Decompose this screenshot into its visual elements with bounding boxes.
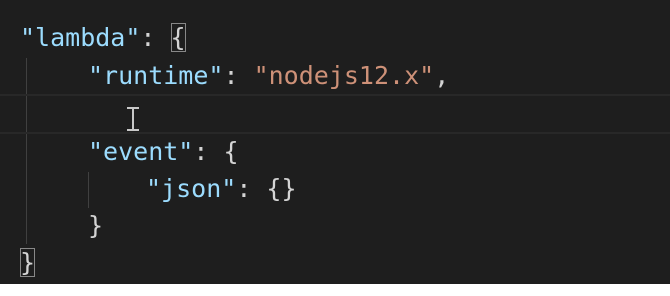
json-key: "lambda" (20, 23, 141, 52)
json-key: "runtime" (88, 61, 224, 90)
json-key: "event" (88, 137, 194, 166)
colon: : (140, 23, 171, 52)
close-brace: } (20, 248, 36, 277)
code-editor[interactable]: "lambda": { "runtime": "nodejs12.x", "ev… (0, 0, 670, 284)
json-key: "json" (146, 174, 237, 203)
code-line-4[interactable]: "event": { (0, 132, 670, 172)
json-string-value: "nodejs12.x" (253, 61, 435, 90)
comma: , (434, 61, 450, 90)
code-line-5[interactable]: "json": {} (0, 169, 670, 209)
code-line-6[interactable]: } (0, 206, 670, 246)
close-brace: } (88, 211, 104, 240)
colon: : (193, 137, 224, 166)
code-line-1[interactable]: "lambda": { (0, 18, 670, 58)
open-brace: { (223, 137, 239, 166)
empty-object: {} (266, 174, 297, 203)
code-line-7[interactable]: } (0, 243, 670, 283)
text-cursor-ibeam-icon (126, 106, 140, 132)
open-brace: { (170, 23, 186, 52)
code-line-3-current[interactable] (0, 94, 670, 134)
colon: : (223, 61, 254, 90)
code-line-2[interactable]: "runtime": "nodejs12.x", (0, 56, 670, 96)
colon: : (236, 174, 267, 203)
